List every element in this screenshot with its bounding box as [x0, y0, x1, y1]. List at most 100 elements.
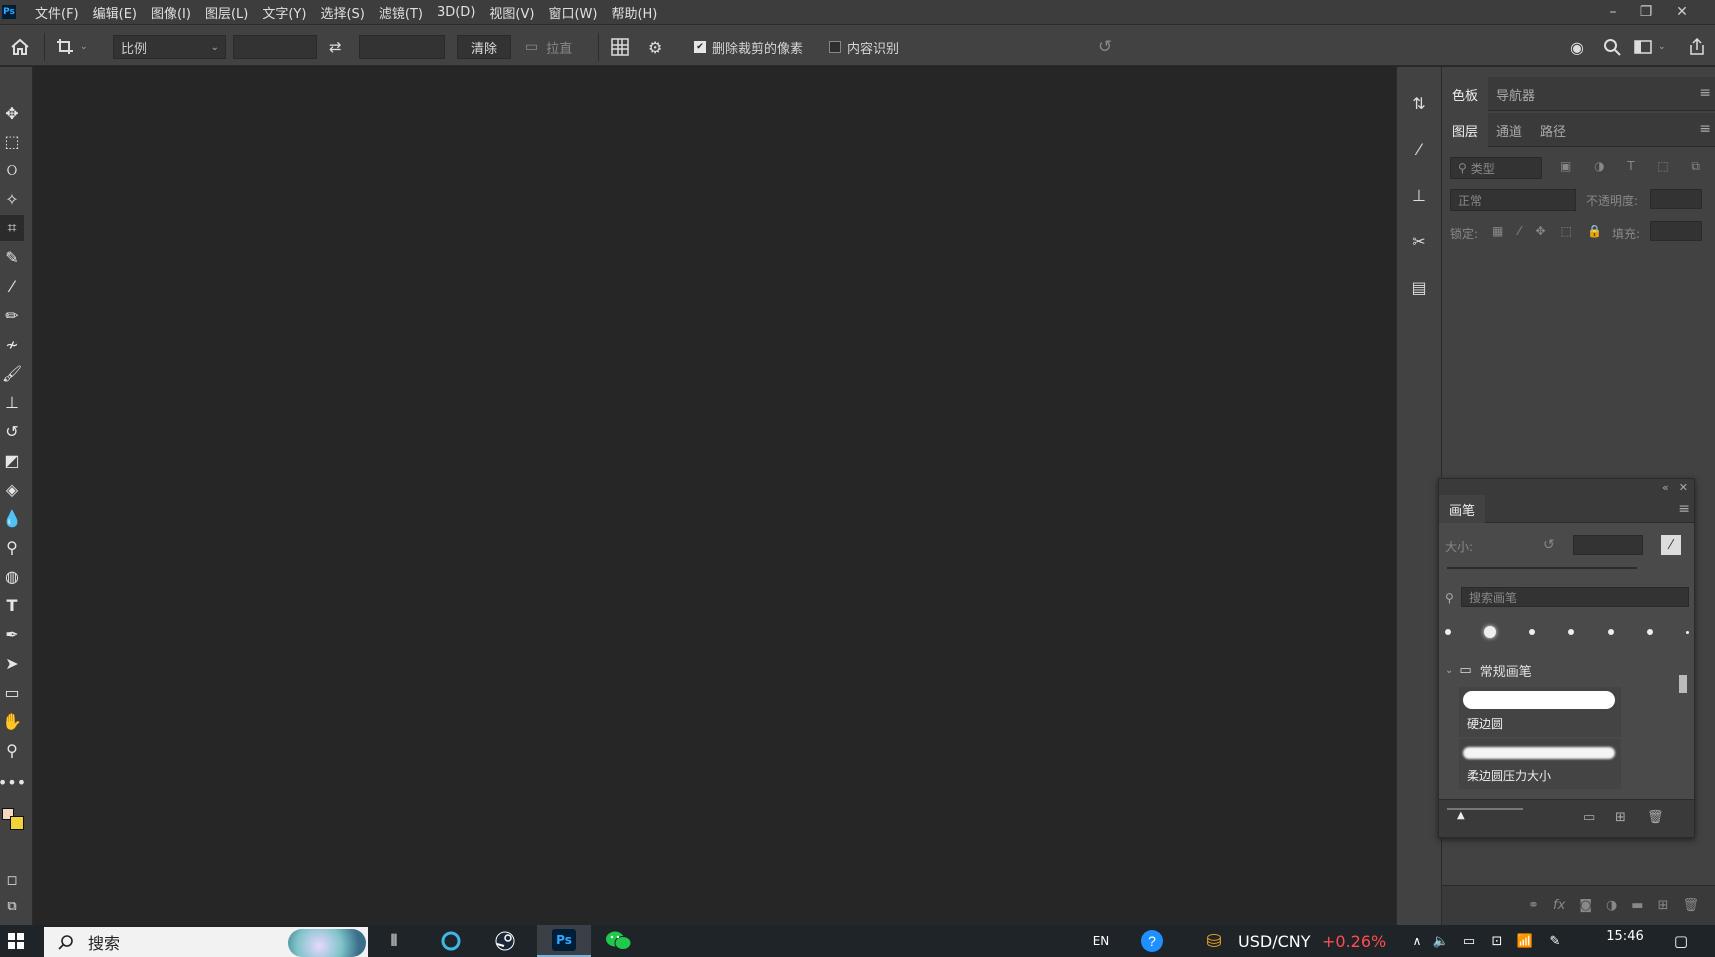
edge-browser-icon[interactable] — [438, 925, 464, 957]
wechat-icon[interactable] — [604, 925, 634, 957]
reset-size-icon[interactable]: ↺ — [1543, 537, 1555, 553]
panel-menu-icon[interactable]: ≡ — [1678, 501, 1690, 517]
pen-tool-icon[interactable]: ✒ — [0, 621, 24, 647]
reset-icon[interactable]: ↺ — [1098, 35, 1120, 59]
screen-mode-icon[interactable]: ⧉ — [0, 893, 24, 919]
minimize-button[interactable]: – — [1598, 0, 1628, 24]
brush-size-slider[interactable] — [1447, 567, 1637, 569]
brush-search-input[interactable]: 搜索画笔 — [1461, 587, 1689, 607]
new-brush-preset-icon[interactable]: ⊞ — [1615, 810, 1626, 825]
brush-preset-5[interactable] — [1607, 629, 1614, 635]
ticker-pair[interactable]: USD/CNY — [1238, 925, 1311, 957]
libraries-panel-icon[interactable]: ▤ — [1407, 275, 1431, 299]
new-folder-icon[interactable]: ▭ — [1583, 810, 1595, 825]
search-icon[interactable] — [1603, 35, 1625, 59]
collapse-icon[interactable]: « — [1662, 481, 1669, 494]
eraser-tool-icon[interactable]: ◩ — [0, 447, 24, 473]
brush-list-scrollbar[interactable] — [1678, 661, 1688, 791]
rectangle-tool-icon[interactable]: ▭ — [0, 679, 24, 705]
scrollbar-thumb[interactable] — [1679, 675, 1687, 693]
adjustment-filter-icon[interactable]: ◑ — [1594, 159, 1604, 177]
sponge-tool-icon[interactable]: ◍ — [0, 563, 24, 589]
gear-icon[interactable]: ⚙ — [648, 35, 670, 59]
lock-transparency-icon[interactable]: ▦ — [1492, 224, 1503, 238]
delete-brush-icon[interactable]: 🗑 — [1647, 810, 1664, 825]
brush-settings-panel-icon[interactable]: ⁄ — [1407, 137, 1431, 161]
close-button[interactable]: ✕ — [1667, 0, 1697, 24]
history-panel-icon[interactable]: ⇅ — [1407, 91, 1431, 115]
menu-3d[interactable]: 3D(D) — [430, 5, 482, 20]
zoom-tool-icon[interactable]: ⚲ — [0, 737, 24, 763]
menu-layer[interactable]: 图层(L) — [198, 3, 255, 22]
menu-image[interactable]: 图像(I) — [144, 3, 198, 22]
panel-menu-icon[interactable]: ≡ — [1699, 85, 1711, 101]
blend-mode-select[interactable]: 正常 — [1450, 189, 1576, 211]
ratio-select[interactable]: 比例 ⌄ — [113, 35, 226, 59]
volume-icon[interactable]: 🔈 — [1432, 925, 1450, 957]
tab-channels[interactable]: 通道 — [1486, 113, 1532, 147]
grid-overlay-icon[interactable] — [611, 35, 633, 59]
brush-preset-6[interactable] — [1646, 629, 1653, 635]
lock-image-icon[interactable]: ⁄ — [1518, 224, 1520, 238]
menu-help[interactable]: 帮助(H) — [604, 3, 664, 22]
fx-icon[interactable]: fx — [1553, 898, 1565, 913]
slider-handle-icon[interactable]: ▲ — [1457, 810, 1465, 821]
menu-view[interactable]: 视图(V) — [482, 3, 541, 22]
layer-filter-select[interactable]: ⚲ 类型 — [1450, 157, 1542, 179]
type-filter-icon[interactable]: T — [1627, 159, 1634, 177]
ime-indicator[interactable]: EN — [1090, 925, 1112, 957]
close-icon[interactable]: ✕ — [1679, 481, 1688, 494]
add-mask-icon[interactable]: ◙ — [1579, 898, 1592, 913]
restore-button[interactable]: ❐ — [1631, 0, 1661, 24]
notification-icon[interactable]: ▢ — [1668, 925, 1694, 957]
clone-source-panel-icon[interactable]: ⊥ — [1407, 183, 1431, 207]
menu-select[interactable]: 选择(S) — [313, 3, 371, 22]
brush-size-input[interactable] — [1573, 535, 1643, 555]
new-layer-icon[interactable]: ⊞ — [1658, 898, 1669, 913]
export-icon[interactable] — [1688, 35, 1710, 59]
battery-icon[interactable]: ▭ — [1460, 925, 1478, 957]
document-canvas-area[interactable] — [33, 67, 1395, 925]
magic-wand-tool-icon[interactable]: ✧ — [0, 186, 24, 212]
lock-artboard-icon[interactable]: ⬚ — [1561, 224, 1572, 238]
help-icon[interactable]: ? — [1138, 925, 1166, 957]
swap-icon[interactable]: ⇄ — [329, 35, 351, 59]
share-user-icon[interactable]: ◉ — [1570, 35, 1592, 59]
new-brush-icon[interactable]: ⁄ — [1661, 535, 1681, 555]
lock-position-icon[interactable]: ✥ — [1535, 224, 1545, 238]
brush-preset-7[interactable] — [1685, 630, 1689, 634]
brush-preset-4[interactable] — [1568, 629, 1575, 635]
opacity-input[interactable] — [1650, 189, 1702, 209]
move-tool-icon[interactable]: ✥ — [0, 100, 24, 126]
steam-icon[interactable] — [492, 925, 518, 957]
task-view-icon[interactable]: ⫴ — [382, 925, 406, 957]
chevron-up-icon[interactable]: ∧ — [1408, 925, 1426, 957]
brush-preset-1[interactable] — [1445, 629, 1451, 635]
lock-all-icon[interactable]: 🔒 — [1587, 224, 1602, 238]
delete-cropped-pixels-checkbox[interactable]: ✔ 删除裁剪的像素 — [694, 35, 803, 59]
healing-brush-tool-icon[interactable]: ⁄ — [0, 273, 24, 299]
display-icon[interactable]: ⊡ — [1488, 925, 1506, 957]
marquee-tool-icon[interactable]: ⬚ — [0, 128, 24, 154]
brush-group-row[interactable]: ⌄ ▭ 常规画笔 — [1439, 657, 1674, 683]
dodge-tool-icon[interactable]: ⚲ — [0, 534, 24, 560]
fill-input[interactable] — [1650, 221, 1702, 241]
pen-input-icon[interactable]: ✎ — [1546, 925, 1564, 957]
new-group-icon[interactable]: ▬ — [1631, 898, 1643, 913]
lasso-tool-icon[interactable]: ଠ — [0, 157, 24, 183]
tool-presets-panel-icon[interactable]: ✂ — [1407, 229, 1431, 253]
workspace-icon[interactable]: ⌄ — [1634, 35, 1668, 59]
brush-tool-icon[interactable]: 🖌 — [0, 360, 24, 386]
tab-navigator[interactable]: 导航器 — [1486, 77, 1545, 111]
clone-stamp-tool-icon[interactable]: ⊥ — [0, 389, 24, 415]
menu-filter[interactable]: 滤镜(T) — [372, 3, 430, 22]
delete-layer-icon[interactable]: 🗑 — [1682, 898, 1699, 913]
image-filter-icon[interactable]: ▣ — [1560, 159, 1571, 177]
tab-brushes[interactable]: 画笔 — [1439, 495, 1486, 523]
currency-widget-icon[interactable]: ⛁ — [1200, 925, 1228, 957]
history-brush-tool-icon[interactable]: ↺ — [0, 418, 24, 444]
crop-tool-icon[interactable]: ⌗ — [0, 215, 24, 241]
path-selection-tool-icon[interactable]: ➤ — [0, 650, 24, 676]
windows-start-icon[interactable] — [4, 925, 28, 957]
shape-filter-icon[interactable]: ⬚ — [1657, 159, 1668, 177]
